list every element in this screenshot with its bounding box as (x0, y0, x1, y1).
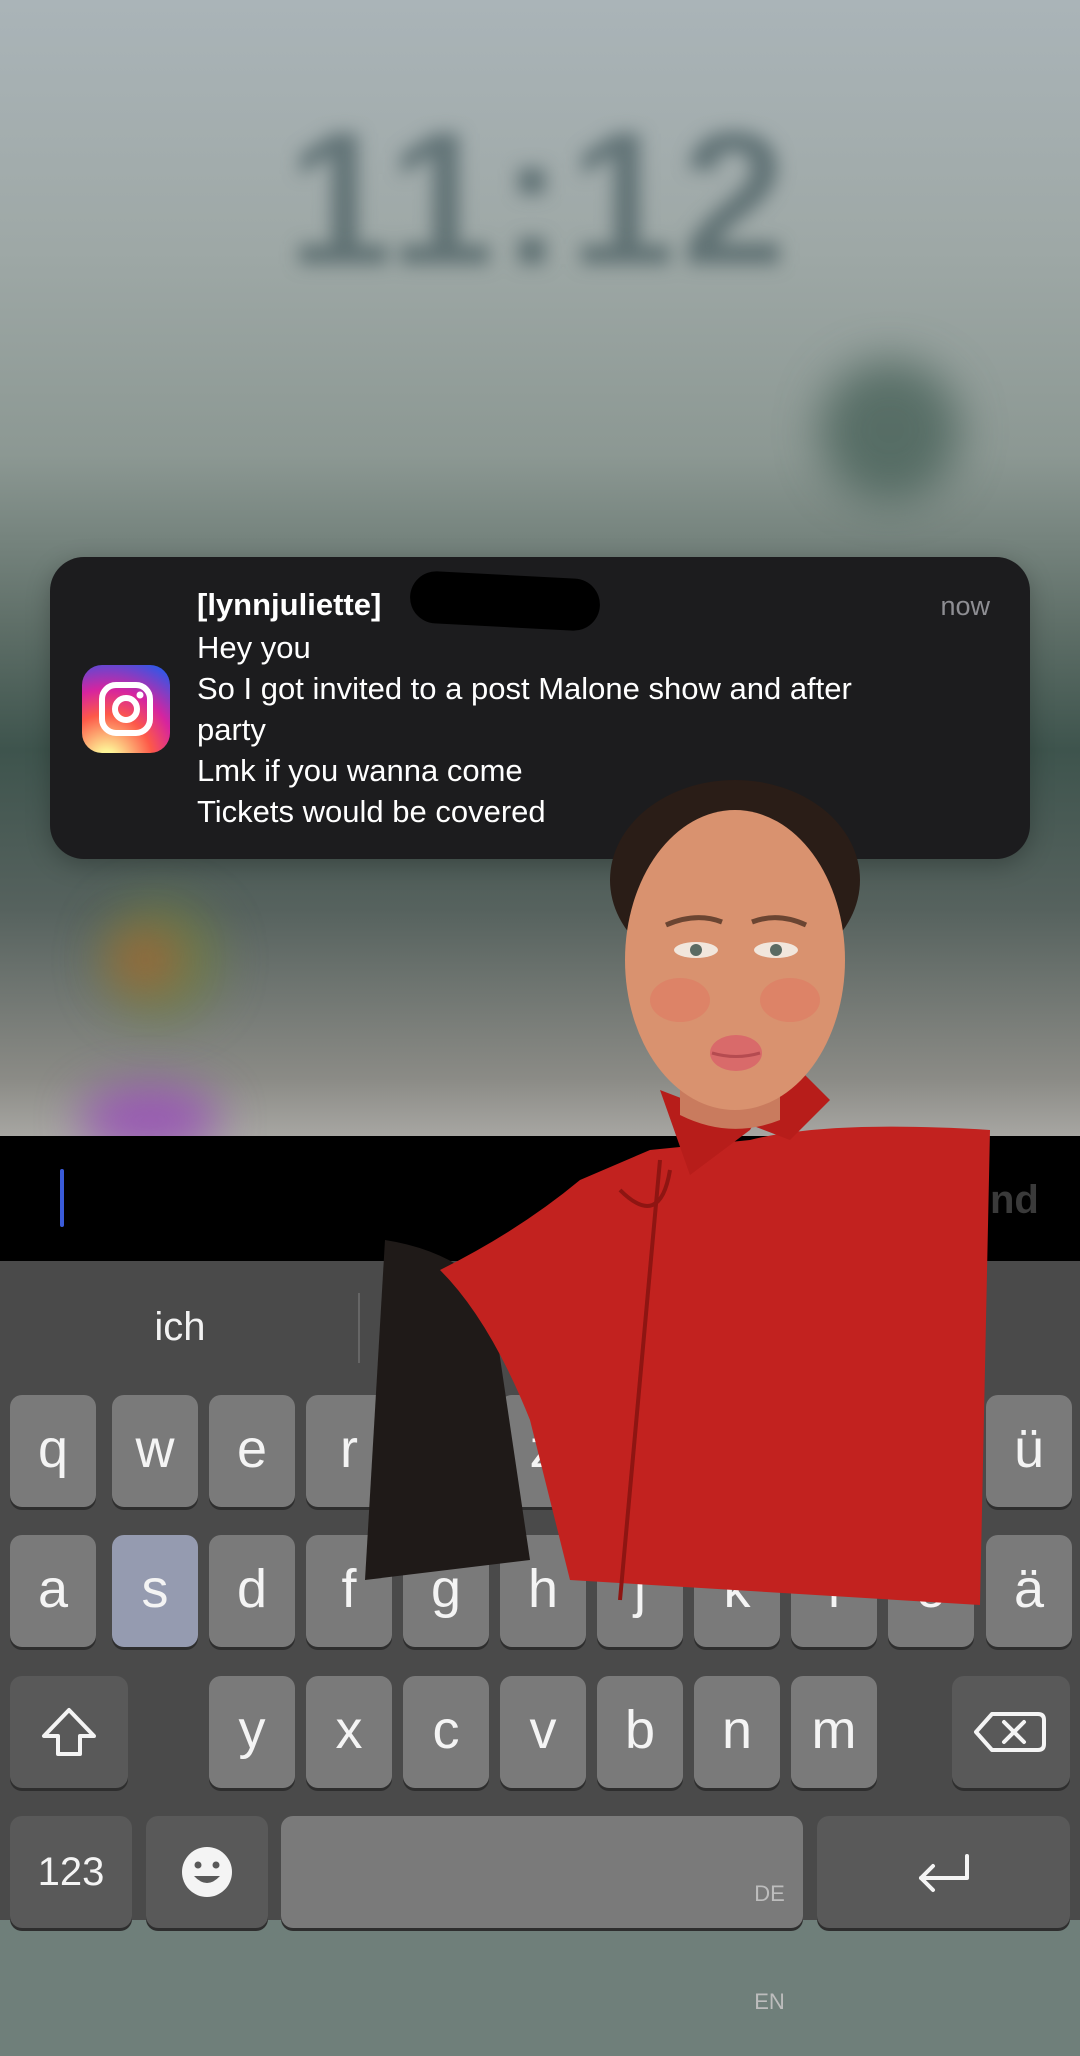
key-q[interactable]: q (10, 1395, 96, 1507)
lock-date (340, 30, 740, 70)
redaction-scribble (408, 570, 602, 632)
app-icon-blurred-2 (110, 930, 180, 990)
app-icon-blurred-3 (80, 1085, 220, 1136)
language-label: DE EN (754, 1881, 785, 2014)
key-y[interactable]: y (209, 1676, 295, 1788)
space-key[interactable]: DE EN (281, 1816, 803, 2014)
suggestion-1[interactable]: ich (80, 1305, 280, 1350)
emoji-key[interactable] (146, 1816, 268, 1928)
key-c[interactable]: c (403, 1676, 489, 1788)
key-e[interactable]: e (209, 1395, 295, 1507)
key-m[interactable]: m (791, 1676, 877, 1788)
backspace-icon (974, 1712, 1046, 1752)
key-v[interactable]: v (500, 1676, 586, 1788)
shift-key[interactable] (10, 1676, 128, 1788)
return-icon (919, 1854, 969, 1892)
notification-time: now (940, 591, 990, 621)
key-s[interactable]: s (112, 1535, 198, 1647)
key-b[interactable]: b (597, 1676, 683, 1788)
flashlight-button-blurred (820, 360, 960, 500)
notification-sender: [lynnjuliette] (197, 587, 382, 622)
numbers-key[interactable]: 123 (10, 1816, 132, 1928)
emoji-icon (182, 1847, 232, 1897)
text-cursor (60, 1169, 64, 1227)
key-x[interactable]: x (306, 1676, 392, 1788)
key-w[interactable]: w (112, 1395, 198, 1507)
return-key[interactable] (817, 1816, 1070, 1928)
message-line: So I got invited to a post Malone show a… (197, 671, 852, 706)
message-line: party (197, 712, 266, 747)
delete-key[interactable] (952, 1676, 1070, 1788)
selfie-sticker-photo (365, 780, 990, 1605)
shift-icon (42, 1708, 96, 1756)
key-a[interactable]: a (10, 1535, 96, 1647)
key-n[interactable]: n (694, 1676, 780, 1788)
instagram-icon (82, 665, 170, 753)
lock-time: 11:12 (287, 93, 793, 305)
key-d[interactable]: d (209, 1535, 295, 1647)
message-line: Hey you (197, 630, 311, 665)
